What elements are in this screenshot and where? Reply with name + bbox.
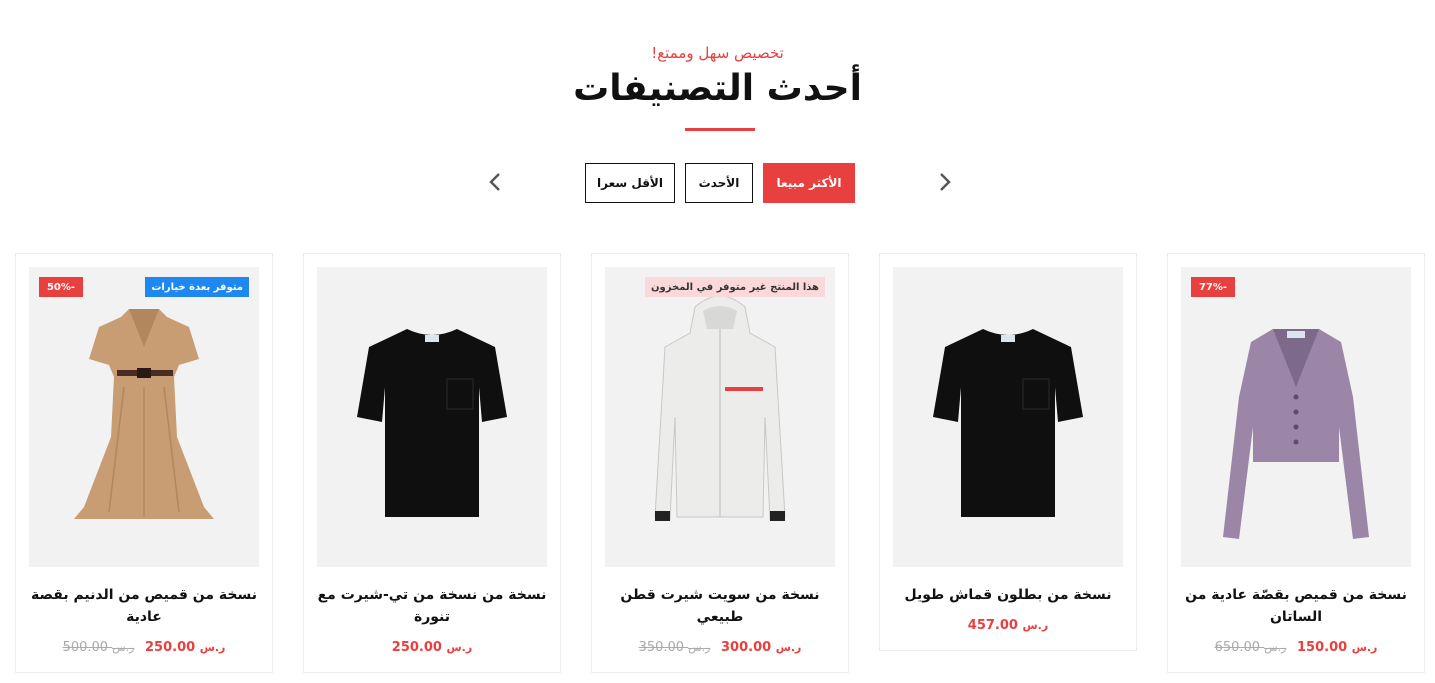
jacket-icon — [654, 295, 786, 521]
product-name[interactable]: نسخة من قميص من الدنيم بقصة عادية — [28, 584, 260, 628]
product-name[interactable]: نسخة من بطلون قماش طويل — [892, 584, 1124, 606]
tab-lowest-price[interactable]: الأقل سعرا — [585, 163, 675, 203]
product-card[interactable]: نسخة من بطلون قماش طويل ر.س 457.00 — [879, 253, 1137, 651]
dress-icon — [74, 309, 214, 519]
tshirt-icon — [933, 329, 1083, 517]
options-badge: متوفر بعدة خيارات — [145, 277, 249, 297]
product-card[interactable]: نسخة من نسخة من تي-شيرت مع تنورة ر.س 250… — [303, 253, 561, 673]
price-row: ر.س 150.00 ر.س 650.00 — [1168, 640, 1424, 655]
product-price: ر.س 250.00 — [145, 640, 226, 655]
product-card[interactable]: هذا المنتج غير متوفر في المخزون نسخة من … — [591, 253, 849, 673]
product-old-price: ر.س 650.00 — [1214, 640, 1287, 655]
product-image[interactable]: هذا المنتج غير متوفر في المخزون — [605, 267, 835, 567]
product-name[interactable]: نسخة من نسخة من تي-شيرت مع تنورة — [316, 584, 548, 628]
title-underline — [685, 128, 755, 131]
product-old-price: ر.س 350.00 — [638, 640, 711, 655]
tab-best-selling[interactable]: الأكثر مبيعا — [763, 163, 855, 203]
carousel-next-arrow[interactable] — [932, 170, 956, 194]
product-price: ر.س 250.00 — [391, 640, 473, 655]
discount-badge: -50% — [39, 277, 83, 297]
section-title: أحدث التصنيفات — [573, 68, 862, 109]
product-image[interactable]: -50% متوفر بعدة خيارات — [29, 267, 259, 567]
price-row: ر.س 457.00 — [880, 618, 1136, 633]
product-image[interactable] — [893, 267, 1123, 567]
product-price: ر.س 457.00 — [967, 618, 1049, 633]
product-price: ر.س 150.00 — [1297, 640, 1378, 655]
out-of-stock-badge: هذا المنتج غير متوفر في المخزون — [645, 277, 825, 297]
chevron-right-icon — [940, 173, 951, 191]
product-name[interactable]: نسخة من سويت شيرت قطن طبيعي — [604, 584, 836, 628]
price-row: ر.س 250.00 — [304, 640, 560, 655]
product-name[interactable]: نسخة من قميص بقصّة عادية من الساتان — [1180, 584, 1412, 628]
product-image[interactable] — [317, 267, 547, 567]
section-kicker: تخصيص سهل وممتع! — [651, 44, 784, 62]
product-price: ر.س 300.00 — [721, 640, 802, 655]
product-card[interactable]: -77% نسخة من قميص بقصّة عادية من الساتان… — [1167, 253, 1425, 673]
carousel-prev-arrow[interactable] — [484, 170, 508, 194]
cardigan-icon — [1223, 329, 1369, 539]
tshirt-icon — [357, 329, 507, 517]
product-image[interactable]: -77% — [1181, 267, 1411, 567]
chevron-left-icon — [489, 173, 500, 191]
filter-tabs: الأقل سعرا الأحدث الأكثر مبيعا — [585, 163, 855, 203]
tab-newest[interactable]: الأحدث — [685, 163, 753, 203]
product-card[interactable]: -50% متوفر بعدة خيارات نسخة من قميص من ا… — [15, 253, 273, 673]
discount-badge: -77% — [1191, 277, 1235, 297]
product-old-price: ر.س 500.00 — [62, 640, 135, 655]
price-row: ر.س 300.00 ر.س 350.00 — [592, 640, 848, 655]
price-row: ر.س 250.00 ر.س 500.00 — [16, 640, 272, 655]
